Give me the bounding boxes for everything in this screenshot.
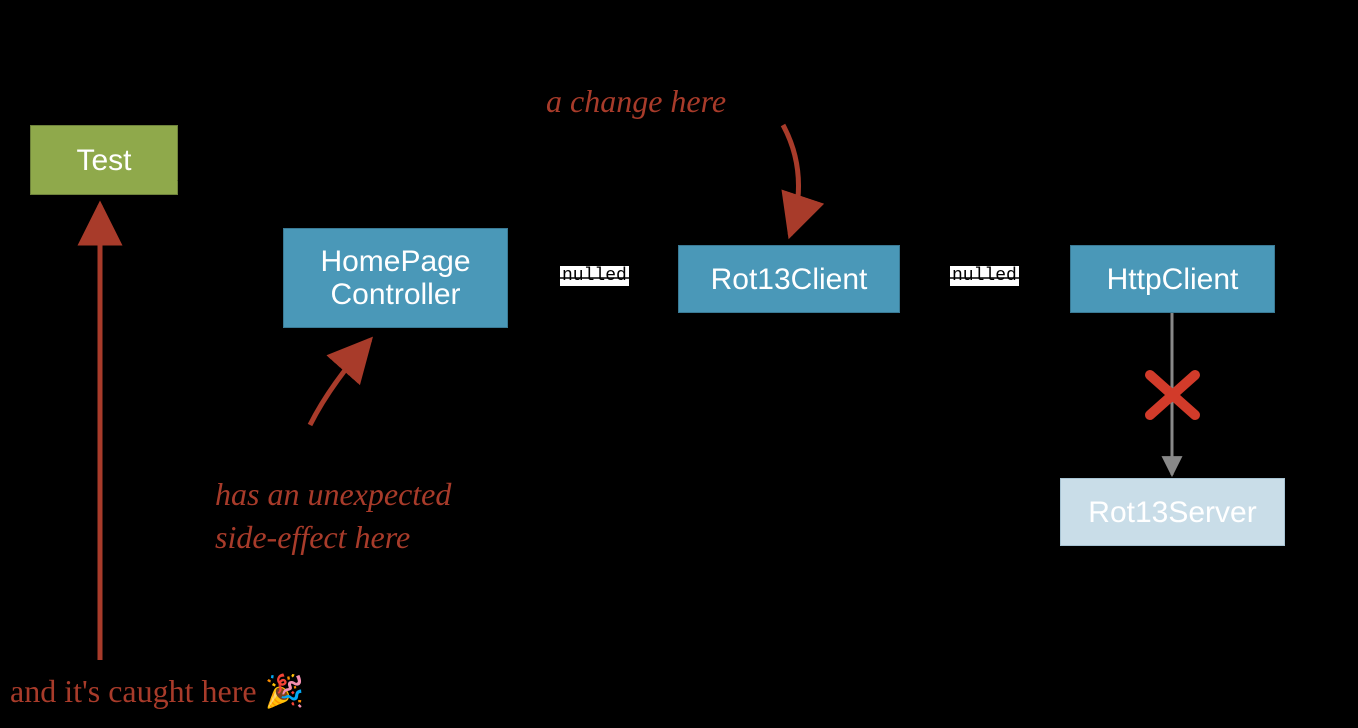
annotation-arrow-change [783,125,799,235]
x-icon [1150,375,1195,415]
edge-label-hp-to-client: nulled [560,266,629,286]
annotation-arrow-side-effect [310,340,370,425]
annotation-change-here: a change here [546,80,726,123]
node-label: HttpClient [1107,263,1239,296]
node-http-client: HttpClient [1070,245,1275,313]
edge-test-to-homepage [178,180,280,242]
edge-label-client-to-http: nulled [950,266,1019,286]
node-label: HomePage Controller [320,245,470,311]
node-label: Test [76,144,131,177]
annotation-caught-here: and it's caught here 🎉 [10,670,304,713]
node-rot13-server: Rot13Server [1060,478,1285,546]
node-homepage-controller: HomePage Controller [283,228,508,328]
node-test: Test [30,125,178,195]
node-label: Rot13Server [1088,496,1256,529]
annotation-side-effect: has an unexpected side-effect here [215,430,451,560]
node-rot13-client: Rot13Client [678,245,900,313]
node-label: Rot13Client [711,263,868,296]
